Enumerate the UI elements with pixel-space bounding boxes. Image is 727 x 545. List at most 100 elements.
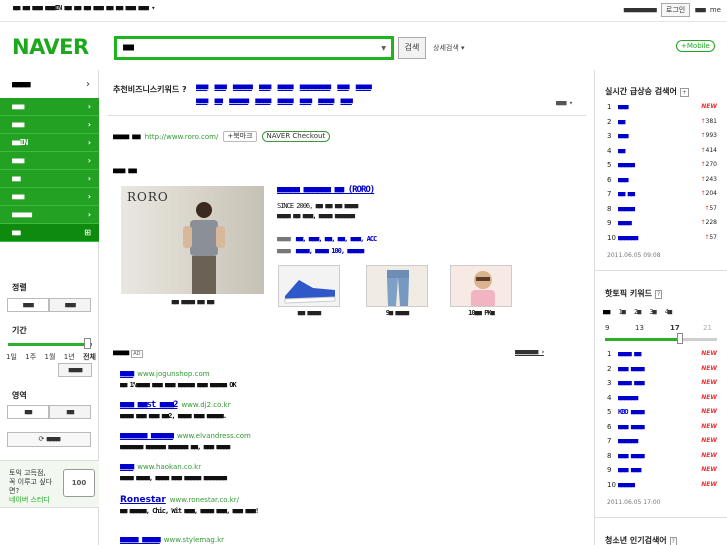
recommend-keyword[interactable]: ■■■■■■■■ [300, 82, 332, 91]
ad-name-link[interactable]: ■■■ [120, 369, 134, 379]
menu-item[interactable]: ■■■ › [0, 116, 99, 134]
shop-photo-caption[interactable]: ■■ ■■■■ ■■ ■■ [121, 298, 264, 306]
rank-keyword[interactable]: ■■■ ■■■■ [618, 423, 645, 431]
ad-name-link[interactable]: ■■■■ ■■■■ [120, 535, 161, 545]
menu-item[interactable]: ■■■■■ › [0, 206, 99, 224]
hot-topic-tab[interactable]: 4■ [665, 308, 673, 316]
site-url[interactable]: http://www.roro.com/ [145, 133, 219, 141]
search-input[interactable]: ■■ ▼ [114, 36, 394, 60]
rank-keyword[interactable]: ■■ [618, 118, 626, 126]
help-icon[interactable]: + [679, 88, 689, 97]
rank-row[interactable]: 1 ■■■ NEW [607, 103, 717, 117]
ad-register-link[interactable]: ■■■■■■■ › [515, 348, 545, 356]
recommend-keyword[interactable]: ■■■■■ [229, 96, 249, 105]
sort-option[interactable]: ■■■ [7, 298, 49, 312]
period-tick[interactable]: 1월 [45, 352, 56, 362]
rank-row[interactable]: 4 ■■ ↑414 [607, 147, 717, 161]
period-tick[interactable]: 1주 [25, 352, 36, 362]
mobile-button[interactable]: +Mobile [676, 40, 715, 52]
product-caption[interactable]: ■■ ■■■■ [269, 309, 349, 317]
period-tick[interactable]: 1년 [64, 352, 75, 362]
rank-keyword[interactable]: ■■■ ■■■■ [618, 365, 645, 373]
rank-row[interactable]: 5 KBO ■■■■ NEW [607, 408, 717, 422]
rank-row[interactable]: 8 ■■■■■ ↑57 [607, 205, 717, 219]
period-value[interactable]: ■■■■ [58, 363, 92, 377]
ad-url[interactable]: www.stylemag.kr [164, 536, 224, 544]
product-thumbnail[interactable] [278, 265, 340, 307]
top-link-short[interactable]: ■■■ [695, 6, 706, 14]
period-slider-handle[interactable] [84, 338, 91, 349]
menu-item[interactable]: ■■■ › [0, 152, 99, 170]
shop-name-link[interactable]: ■■■■■ ■■■■■■ ■■ (RORO) [277, 185, 375, 195]
rank-row[interactable]: 9 ■■■■ ↑228 [607, 219, 717, 233]
me-link[interactable]: me [710, 6, 721, 14]
product-caption[interactable]: 9■ ■■■■ [357, 309, 437, 317]
recommend-keyword[interactable]: ■■ [214, 96, 223, 105]
bookmark-button[interactable]: +북마크 [223, 131, 257, 142]
rank-keyword[interactable]: ■■■■ ■■■ [618, 379, 645, 387]
recommend-keyword[interactable]: ■■■ [300, 96, 312, 105]
detail-search-link[interactable]: 상세검색 ▾ [433, 43, 465, 53]
menu-item[interactable]: ■■ › [0, 170, 99, 188]
recommend-keyword[interactable]: ■■■■ [356, 82, 372, 91]
recommend-keyword[interactable]: ■■■ [337, 82, 349, 91]
shop-tag-links[interactable]: ■■, ■■■, ■■, ■■, ■■■, ACC [296, 235, 377, 243]
shop-tag-links[interactable]: ■■■■, ■■■■ 100, ■■■■■ [296, 247, 365, 255]
hot-topic-tab[interactable]: 2■ [634, 308, 642, 316]
product-caption[interactable]: 10■■ PK■ [441, 309, 521, 317]
shop-photo[interactable]: RORO [121, 186, 264, 294]
area-option[interactable]: ■■ [7, 405, 49, 419]
rank-row[interactable]: 1 ■■■■ ■■ NEW [607, 350, 717, 364]
help-icon[interactable]: ? [654, 290, 663, 299]
recommend-keyword[interactable]: ■■■ [340, 96, 352, 105]
chevron-right-icon[interactable]: › [86, 79, 90, 90]
search-query[interactable]: ■■ [123, 42, 134, 53]
naver-logo[interactable]: NAVER [12, 35, 89, 59]
recommend-keyword[interactable]: ■■■ [259, 82, 271, 91]
rank-row[interactable]: 6 ■■■ ↑243 [607, 176, 717, 190]
reset-button[interactable]: ⟳ ■■■■ [7, 432, 91, 447]
recommend-keyword[interactable]: ■■■■ [255, 96, 271, 105]
category-title[interactable]: ■■■■ [12, 80, 31, 90]
rank-keyword[interactable]: ■■ ■■ [618, 190, 635, 198]
rank-keyword[interactable]: ■■■■■■ [618, 394, 638, 402]
rank-row[interactable]: 2 ■■■ ■■■■ NEW [607, 365, 717, 379]
rank-row[interactable]: 10 ■■■■■■ ↑57 [607, 234, 717, 248]
ad-name-link[interactable]: ■■■ ■■st ■■■2 [120, 400, 178, 410]
age-slider-handle[interactable] [677, 333, 683, 344]
recommend-keyword[interactable]: ■■■■ [277, 82, 293, 91]
rank-keyword[interactable]: ■■ [618, 147, 626, 155]
site-title[interactable]: ■■■■ ■■ [113, 132, 141, 141]
rank-row[interactable]: 8 ■■■ ■■■■ NEW [607, 452, 717, 466]
ad-name-link[interactable]: ■■■■■■ ■■■■■ [120, 431, 174, 441]
rank-row[interactable]: 6 ■■■ ■■■■ NEW [607, 423, 717, 437]
help-icon[interactable]: ? [669, 537, 677, 545]
rank-row[interactable]: 3 ■■■ ↑993 [607, 132, 717, 146]
ad-url[interactable]: www.jogunshop.com [137, 370, 209, 378]
recommend-keyword[interactable]: ■■■ [196, 96, 208, 105]
checkout-button[interactable]: NAVER Checkout [261, 131, 331, 142]
ad-url[interactable]: www.haokan.co.kr [137, 463, 201, 471]
rank-keyword[interactable]: ■■■■■ [618, 161, 635, 169]
service-nav[interactable]: ■■ ■■ ■■■ ■■■IN ■■ ■■ ■■ ■■■ ■■ ■■ ■■■ ■… [13, 4, 155, 12]
hot-topic-tab[interactable]: 1■ [618, 308, 626, 316]
recommend-keyword[interactable]: ■■■■■ [233, 82, 253, 91]
rank-keyword[interactable]: ■■■■■ [618, 205, 635, 213]
rank-keyword[interactable]: ■■■ ■■■ [618, 466, 641, 474]
rank-row[interactable]: 3 ■■■■ ■■■ NEW [607, 379, 717, 393]
ad-name-link[interactable]: Ronestar [120, 495, 166, 505]
search-button[interactable]: 검색 [398, 37, 426, 59]
recommend-keyword[interactable]: ■■■ [196, 82, 208, 91]
recommend-keyword[interactable]: ■■■ [214, 82, 226, 91]
rank-row[interactable]: 9 ■■■ ■■■ NEW [607, 466, 717, 480]
rank-keyword[interactable]: ■■■■■ [618, 481, 635, 489]
rank-row[interactable]: 4 ■■■■■■ NEW [607, 394, 717, 408]
rank-row[interactable]: 2 ■■ ↑381 [607, 118, 717, 132]
rank-keyword[interactable]: ■■■■ [618, 219, 632, 227]
rank-keyword[interactable]: KBO ■■■■ [618, 408, 645, 416]
dropdown-caret-icon[interactable]: ▼ [381, 45, 386, 52]
rank-row[interactable]: 7 ■■ ■■ ↑204 [607, 190, 717, 204]
rank-row[interactable]: 5 ■■■■■ ↑270 [607, 161, 717, 175]
rank-keyword[interactable]: ■■■■ ■■ [618, 350, 641, 358]
rank-keyword[interactable]: ■■■ [618, 176, 629, 184]
